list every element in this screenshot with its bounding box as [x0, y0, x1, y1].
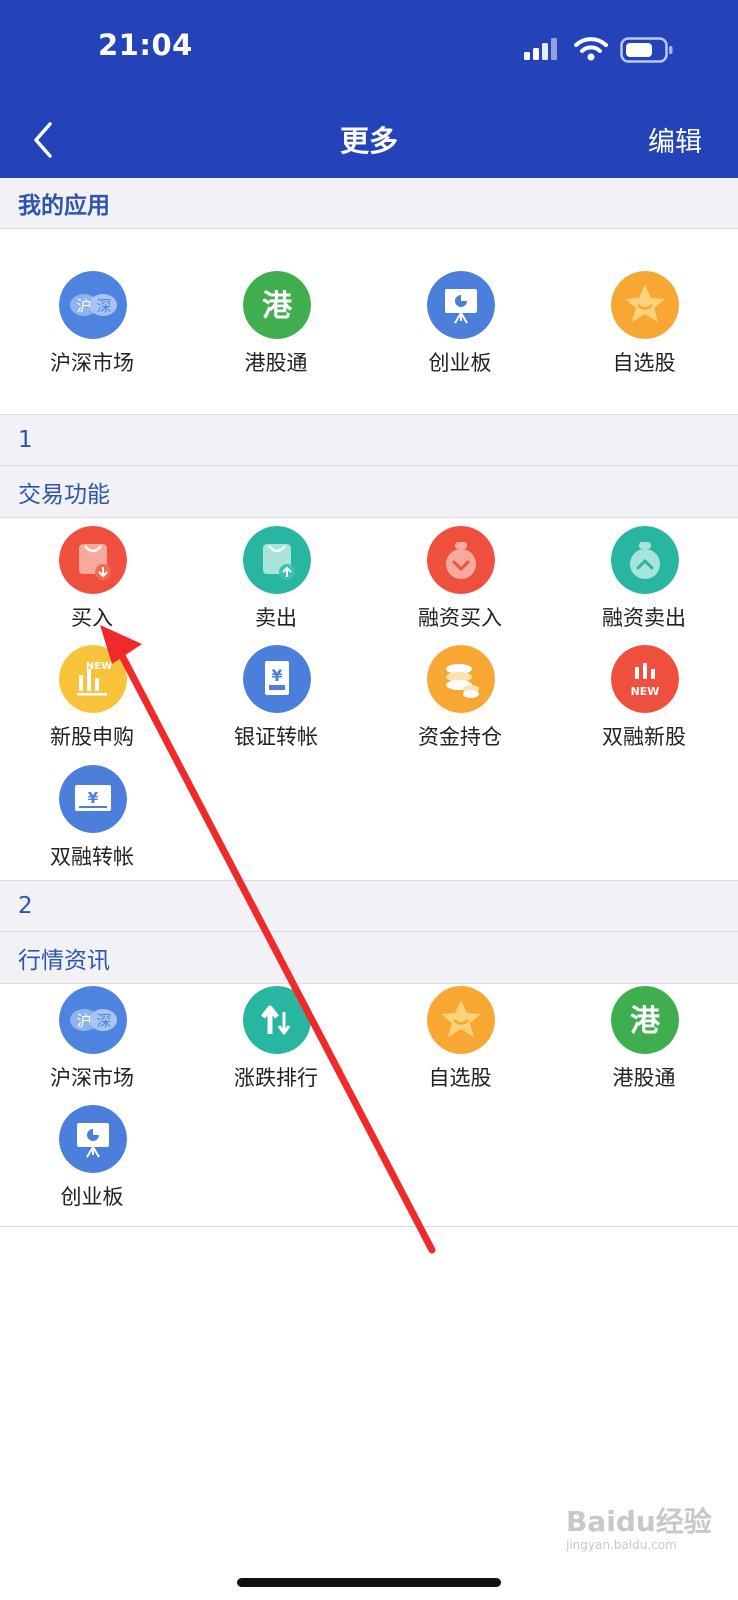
hk-connect-icon: 港	[243, 271, 311, 339]
watermark-sub: jingyan.baidu.com	[566, 1538, 677, 1552]
app-label: 双融新股	[602, 725, 686, 749]
app-label: 港股通	[244, 351, 308, 375]
app-label: 卖出	[255, 606, 297, 630]
trade-functions-title: 交易功能	[18, 481, 110, 508]
app-label: 银证转帐	[234, 725, 318, 749]
battery-icon	[620, 37, 673, 63]
app-label: 创业板	[60, 1185, 124, 1209]
app-margin-sell[interactable]: 融资卖出	[552, 526, 736, 636]
app-label: 融资卖出	[602, 606, 686, 630]
hk-connect-icon: 港	[611, 986, 679, 1054]
app-up-down-ranking[interactable]: 涨跌排行	[184, 986, 368, 1096]
bank-transfer-icon: ¥	[243, 645, 311, 713]
app-hushen-market-2[interactable]: 沪 深 沪深市场	[0, 986, 184, 1096]
app-sell[interactable]: 卖出	[184, 526, 368, 636]
app-hk-connect[interactable]: 港 港股通	[184, 271, 368, 381]
app-margin-ipo[interactable]: NEW 双融新股	[552, 645, 736, 755]
baidu-watermark: Baidu经验 jingyan.baidu.com	[566, 1500, 726, 1560]
shen-glyph: 深	[96, 297, 111, 315]
yen-glyph: ¥	[88, 789, 99, 807]
ipo-subscribe-icon: NEW	[59, 645, 127, 713]
gang-glyph: 港	[630, 1004, 661, 1039]
app-label: 创业板	[428, 351, 492, 375]
star-icon	[427, 986, 495, 1054]
app-label: 双融转帐	[50, 845, 134, 869]
coins-icon	[427, 645, 495, 713]
market-info-header: 行情资讯	[0, 932, 738, 984]
shen-glyph: 深	[96, 1012, 111, 1030]
hu-glyph: 沪	[76, 1012, 91, 1030]
hushen-icon: 沪 深	[59, 986, 127, 1054]
app-buy[interactable]: 买入	[0, 526, 184, 636]
top-header: 21:04 更多 编辑	[0, 0, 738, 178]
yen-glyph: ¥	[271, 666, 282, 685]
app-chinext[interactable]: 创业板	[368, 271, 552, 381]
app-label: 自选股	[428, 1066, 492, 1090]
app-bank-transfer[interactable]: ¥ 银证转帐	[184, 645, 368, 755]
app-label: 沪深市场	[50, 351, 134, 375]
new-badge: NEW	[631, 685, 660, 698]
app-label: 买入	[71, 606, 113, 630]
market-info-title: 行情资讯	[18, 947, 110, 974]
app-watchlist-2[interactable]: 自选股	[368, 986, 552, 1096]
app-margin-buy[interactable]: 融资买入	[368, 526, 552, 636]
wifi-icon	[574, 37, 608, 61]
app-hk-connect-2[interactable]: 港 港股通	[552, 986, 736, 1096]
my-apps-header: 我的应用	[0, 178, 738, 229]
page-title: 更多	[339, 124, 398, 158]
app-hushen-market[interactable]: 沪 深 沪深市场	[0, 271, 184, 381]
app-funds-positions[interactable]: 资金持仓	[368, 645, 552, 755]
app-label: 资金持仓	[418, 725, 502, 749]
sell-bag-icon	[243, 526, 311, 594]
margin-ipo-icon: NEW	[611, 645, 679, 713]
group-2-number-row: 2	[0, 881, 738, 932]
app-label: 涨跌排行	[234, 1066, 318, 1090]
buy-bag-icon	[59, 526, 127, 594]
new-badge: NEW	[86, 661, 112, 672]
chinext-board-icon	[59, 1105, 127, 1173]
up-down-ranking-icon	[243, 986, 311, 1054]
watermark-text: Baidu经验	[566, 1505, 712, 1538]
edit-button[interactable]: 编辑	[648, 120, 702, 159]
gang-glyph: 港	[262, 289, 293, 324]
margin-sell-icon	[611, 526, 679, 594]
app-label: 新股申购	[50, 725, 134, 749]
group-1-number: 1	[18, 427, 33, 453]
group-1-number-row: 1	[0, 415, 738, 466]
app-label: 自选股	[612, 351, 676, 375]
cellular-signal-icon	[524, 38, 557, 60]
margin-buy-icon	[427, 526, 495, 594]
app-watchlist[interactable]: 自选股	[552, 271, 736, 381]
hushen-icon: 沪 深	[59, 271, 127, 339]
margin-transfer-icon: ¥	[59, 765, 127, 833]
chinext-board-icon	[427, 271, 495, 339]
my-apps-title: 我的应用	[18, 193, 110, 219]
app-label: 融资买入	[418, 606, 502, 630]
trade-functions-header: 交易功能	[0, 466, 738, 518]
app-label: 沪深市场	[50, 1066, 134, 1090]
app-label: 港股通	[612, 1066, 676, 1090]
home-indicator[interactable]	[237, 1578, 501, 1587]
status-time: 21:04	[98, 28, 193, 62]
app-chinext-2[interactable]: 创业板	[0, 1105, 184, 1215]
hu-glyph: 沪	[76, 297, 91, 315]
group-2-number: 2	[18, 893, 33, 919]
app-margin-transfer[interactable]: ¥ 双融转帐	[0, 765, 184, 875]
star-icon	[611, 271, 679, 339]
app-ipo-subscribe[interactable]: NEW 新股申购	[0, 645, 184, 755]
